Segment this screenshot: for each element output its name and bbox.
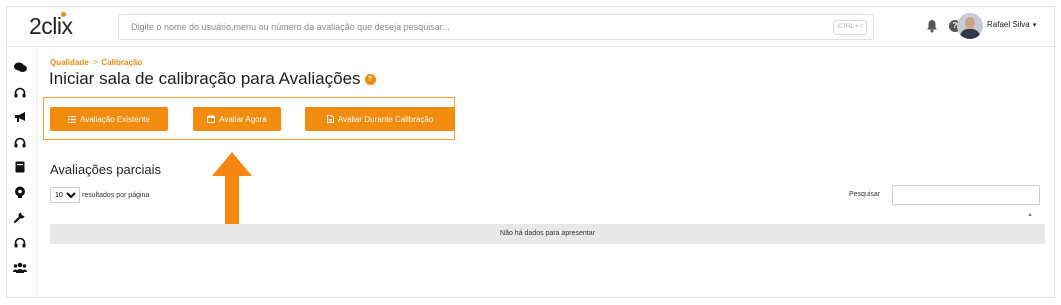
breadcrumb-item[interactable]: Calibração — [101, 58, 142, 67]
app-frame: 2clix CTRL + / ? Rafael Silva▾ — [6, 6, 1056, 299]
existing-evaluation-button[interactable]: Avaliação Existente — [50, 107, 168, 131]
partial-evaluations-title: Avaliações parciais — [50, 162, 162, 177]
headset-icon[interactable] — [13, 235, 27, 249]
shortcut-badge: CTRL + / — [833, 20, 867, 35]
breadcrumb-item[interactable]: Qualidade — [50, 58, 89, 67]
page-title-row: Iniciar sala de calibração para Avaliaçõ… — [49, 69, 376, 89]
page-size-label: resultados por página — [82, 191, 150, 199]
evaluate-now-label: Avaliar Agora — [219, 114, 267, 124]
sort-icon[interactable]: ▲ — [1027, 212, 1033, 218]
top-header: 2clix CTRL + / ? Rafael Silva▾ — [7, 7, 1056, 47]
users-icon[interactable] — [13, 260, 27, 274]
megaphone-icon[interactable] — [13, 110, 27, 124]
logo-dot — [61, 12, 66, 17]
table-search-input[interactable] — [892, 185, 1040, 205]
breadcrumb-separator: > — [92, 58, 98, 67]
headset-icon[interactable] — [13, 85, 27, 99]
calendar-icon — [207, 115, 216, 123]
sidebar — [7, 48, 37, 299]
avatar-head — [965, 17, 975, 29]
table-empty-row: Não há dados para apresentar — [50, 224, 1045, 244]
user-name: Rafael Silva — [987, 20, 1030, 29]
book-icon[interactable] — [13, 160, 27, 174]
global-search: CTRL + / — [118, 14, 874, 40]
chat-icon[interactable] — [13, 60, 27, 74]
action-buttons-highlight: Avaliação Existente Avaliar Agora Avalia… — [43, 97, 455, 140]
avatar[interactable] — [957, 13, 983, 39]
headset-icon[interactable] — [13, 135, 27, 149]
help-icon[interactable]: ? — [364, 74, 376, 86]
evaluate-during-calibration-button[interactable]: Avaliar Durante Calibração — [305, 107, 455, 131]
global-search-input[interactable] — [119, 15, 799, 39]
evaluate-now-button[interactable]: Avaliar Agora — [193, 107, 281, 131]
breadcrumb: Qualidade > Calibração — [50, 58, 142, 67]
list-icon — [68, 115, 77, 123]
user-menu[interactable]: Rafael Silva ▾ — [987, 20, 1036, 29]
document-icon — [326, 115, 334, 123]
page-title: Iniciar sala de calibração para Avaliaçõ… — [49, 69, 361, 88]
table-search-label: Pesquisar — [849, 191, 881, 198]
page-size-control: 10 resultados por página — [50, 187, 149, 203]
arrow-up-icon — [212, 152, 252, 232]
page-size-select[interactable]: 10 — [50, 187, 80, 203]
existing-evaluation-label: Avaliação Existente — [80, 114, 150, 124]
avatar-body — [960, 29, 980, 39]
wrench-icon[interactable] — [13, 210, 27, 224]
chevron-down-icon: ▾ — [1032, 22, 1037, 29]
logo[interactable]: 2clix — [29, 12, 73, 40]
bell-icon[interactable] — [926, 19, 938, 33]
evaluate-during-calibration-label: Avaliar Durante Calibração — [337, 114, 434, 124]
brain-icon[interactable] — [13, 185, 27, 199]
